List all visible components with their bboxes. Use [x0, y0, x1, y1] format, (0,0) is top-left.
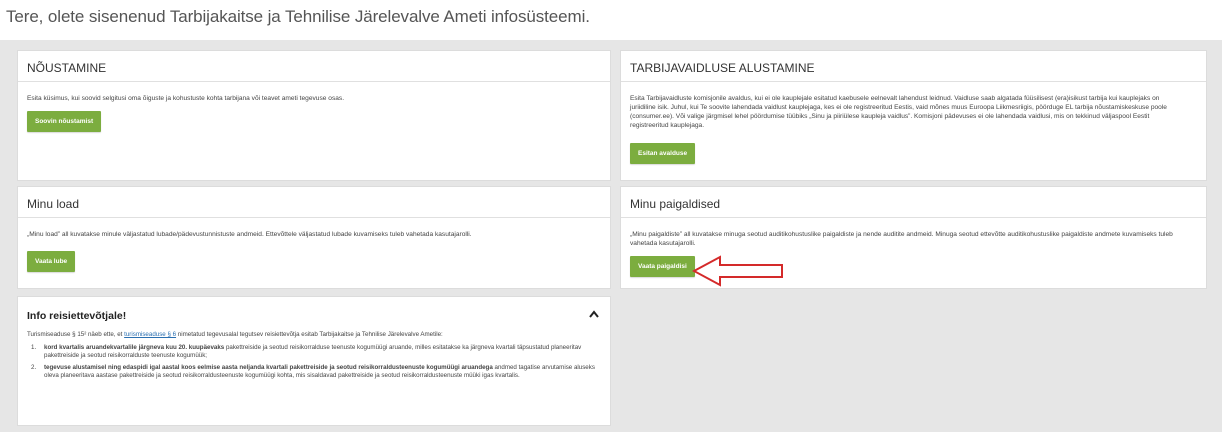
card-text-noustamine: Esita küsimus, kui soovid selgitusi oma … [27, 95, 345, 102]
card-title-noustamine: NÕUSTAMINE [18, 51, 610, 82]
card-text-tarbijavaidlus: Esita Tarbijavaidluste komisjonile avald… [630, 95, 1167, 129]
annotation-arrow-icon [692, 255, 783, 287]
vaata-lube-button[interactable]: Vaata lube [27, 251, 76, 272]
chevron-up-icon[interactable] [588, 309, 600, 319]
info-title: Info reisiettevõtjale! [27, 310, 127, 322]
card-noustamine: NÕUSTAMINE Esita küsimus, kui soovid sel… [17, 50, 611, 181]
card-title-tarbijavaidlus: TARBIJAVAIDLUSE ALUSTAMINE [621, 51, 1206, 82]
card-tarbijavaidlus: TARBIJAVAIDLUSE ALUSTAMINE Esita Tarbija… [620, 50, 1207, 181]
info-list: 1. kord kvartalis aruandekvartalile järg… [27, 344, 600, 381]
card-text-minu-load: „Minu load” all kuvatakse minule väljast… [27, 231, 472, 238]
list-item: 1. kord kvartalis aruandekvartalile järg… [31, 343, 582, 360]
list-item: 2. tegevuse alustamisel ning edaspidi ig… [31, 363, 595, 380]
card-title-minu-load: Minu load [18, 187, 610, 218]
esitan-avalduse-button[interactable]: Esitan avalduse [630, 143, 696, 164]
welcome-message: Tere, olete sisenenud Tarbijakaitse ja T… [6, 7, 590, 26]
card-text-minu-paigaldised: „Minu paigaldiste” all kuvatakse minuga … [630, 231, 1173, 247]
card-minu-load: Minu load „Minu load” all kuvatakse minu… [17, 186, 611, 289]
vaata-paigaldisi-button[interactable]: Vaata paigaldisi [630, 256, 695, 277]
card-title-minu-paigaldised: Minu paigaldised [621, 187, 1206, 218]
card-info-reisiettevotjale: Info reisiettevõtjale! Turismiseaduse § … [17, 296, 611, 426]
turismiseadus-link[interactable]: turismiseaduse § 6 [124, 331, 176, 338]
info-intro: Turismiseaduse § 15² näeb ette, et turis… [27, 331, 443, 338]
soovin-noustamist-button[interactable]: Soovin nõustamist [27, 111, 102, 132]
